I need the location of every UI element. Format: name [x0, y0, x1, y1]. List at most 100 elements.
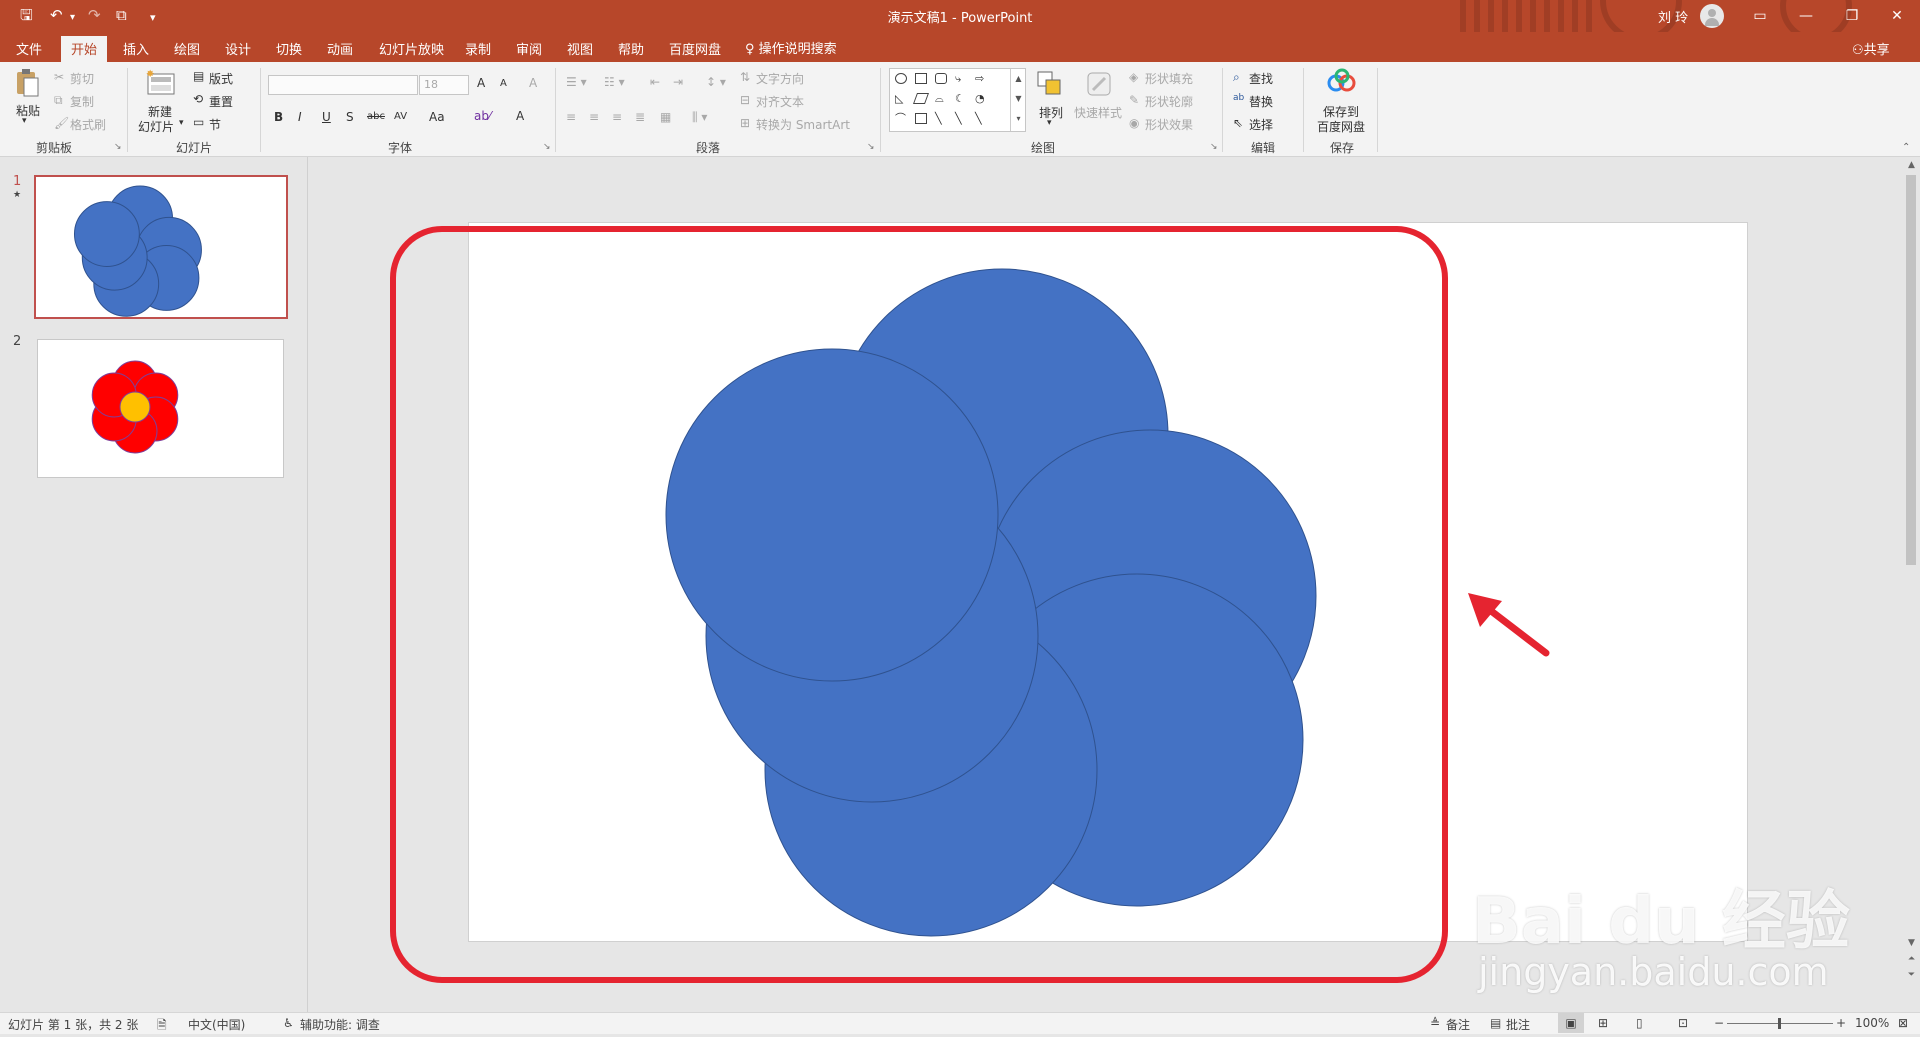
underline-button[interactable]: U	[322, 110, 331, 124]
format-painter-button[interactable]: 格式刷	[70, 116, 106, 133]
justify-icon[interactable]: ≣	[635, 110, 645, 124]
decrease-indent-icon[interactable]: ⇤	[650, 75, 660, 89]
align-right-icon[interactable]: ≡	[612, 110, 622, 124]
flower-center-circle[interactable]	[119, 391, 151, 423]
columns-icon[interactable]: ⫼ ▾	[692, 110, 707, 125]
scroll-thumb[interactable]	[1906, 175, 1916, 565]
arrow-shape-icon[interactable]: ⇨	[975, 73, 987, 84]
quick-styles-icon[interactable]	[1085, 70, 1113, 98]
rounded-rect-shape-icon[interactable]	[935, 73, 947, 84]
shapes-gallery[interactable]: ⤷ ⇨ ◺ ⌓ ☾ ◔ ⌒ ╲ ╲ ╲ ▲ ▼ ▾	[889, 68, 1026, 132]
line-spacing-icon[interactable]: ↕ ▾	[706, 75, 726, 89]
shape-fill-button[interactable]: 形状填充	[1145, 70, 1193, 87]
paragraph-launcher-icon[interactable]: ↘	[867, 142, 875, 152]
paste-dropdown-icon[interactable]: ▾	[22, 116, 27, 126]
collapse-ribbon-icon[interactable]: ⌃	[1902, 142, 1910, 153]
tab-record[interactable]: 录制	[465, 39, 491, 58]
baidu-netdisk-icon[interactable]	[1327, 68, 1357, 94]
shape-outline-button[interactable]: 形状轮廓	[1145, 93, 1193, 110]
tab-home[interactable]: 开始	[61, 36, 108, 62]
clipboard-launcher-icon[interactable]: ↘	[114, 142, 122, 152]
tab-transitions[interactable]: 切换	[276, 39, 302, 58]
grow-font-button[interactable]: A	[477, 76, 485, 90]
notes-button[interactable]: 备注	[1446, 1016, 1470, 1033]
accessibility-status[interactable]: 辅助功能: 调查	[300, 1016, 380, 1033]
bold-button[interactable]: B	[274, 110, 283, 124]
textbox-shape-icon[interactable]	[915, 113, 927, 124]
tab-insert[interactable]: 插入	[123, 39, 149, 58]
line-shape-icon[interactable]: ⤷	[955, 73, 967, 84]
close-button[interactable]: ✕	[1874, 0, 1920, 32]
curve-shape-icon[interactable]: ╲	[975, 113, 987, 124]
tab-slide-show[interactable]: 幻灯片放映	[379, 39, 444, 58]
gallery-scroll[interactable]: ▲ ▼ ▾	[1010, 69, 1026, 131]
paste-button[interactable]: 粘贴	[16, 102, 40, 119]
highlight-icon[interactable]: ab⁄	[474, 109, 491, 123]
diagonal-shape-icon[interactable]: ╲	[935, 113, 947, 124]
copy-button[interactable]: 复制	[70, 93, 94, 110]
fit-slide-icon[interactable]: ⊠	[1898, 1016, 1908, 1030]
vertical-scrollbar[interactable]: ▲ ▼ ⏶ ⏷	[1903, 157, 1920, 1012]
zoom-slider-knob[interactable]	[1778, 1018, 1781, 1029]
drawing-launcher-icon[interactable]: ↘	[1210, 142, 1218, 152]
tab-review[interactable]: 审阅	[516, 39, 542, 58]
select-button[interactable]: 选择	[1249, 116, 1273, 133]
new-slide-label-2[interactable]: 幻灯片	[138, 118, 174, 135]
spellcheck-icon[interactable]: 🗎	[157, 1016, 167, 1037]
layout-button[interactable]: 版式	[209, 70, 233, 87]
arc2-shape-icon[interactable]: ⌒	[895, 113, 907, 124]
quick-styles-button[interactable]: 快速样式	[1074, 104, 1122, 121]
tab-design[interactable]: 设计	[225, 39, 251, 58]
shrink-font-button[interactable]: A	[500, 78, 507, 89]
zoom-out-icon[interactable]: −	[1714, 1016, 1724, 1030]
zoom-in-icon[interactable]: +	[1836, 1016, 1846, 1030]
share-button[interactable]: ⚇共享	[1852, 39, 1890, 58]
triangle-shape-icon[interactable]: ◺	[895, 93, 907, 104]
restore-button[interactable]: ❐	[1829, 0, 1875, 32]
font-name-combo[interactable]	[268, 75, 418, 95]
text-direction-button[interactable]: 文字方向	[756, 70, 804, 87]
language-indicator[interactable]: 中文(中国)	[188, 1016, 245, 1033]
tab-draw[interactable]: 绘图	[174, 39, 200, 58]
italic-button[interactable]: I	[298, 110, 302, 124]
arrange-dropdown-icon[interactable]: ▾	[1047, 118, 1052, 128]
convert-smartart-button[interactable]: 转换为 SmartArt	[756, 116, 850, 133]
section-button[interactable]: 节	[209, 116, 221, 133]
tab-help[interactable]: 帮助	[618, 39, 644, 58]
new-slide-dropdown-icon[interactable]: ▾	[179, 118, 184, 128]
scroll-up-icon[interactable]: ▲	[1905, 159, 1918, 172]
new-slide-icon[interactable]: ✸	[146, 68, 176, 98]
replace-button[interactable]: 替换	[1249, 93, 1273, 110]
font-size-combo[interactable]: 18	[419, 75, 469, 95]
font-color-button[interactable]: A	[516, 109, 524, 123]
distributed-icon[interactable]: ▦	[660, 110, 671, 124]
tab-view[interactable]: 视图	[567, 39, 593, 58]
save-to-label-2[interactable]: 百度网盘	[1317, 118, 1365, 135]
slideshow-view-icon[interactable]: ⊡	[1678, 1016, 1688, 1030]
thumb-circle[interactable]	[73, 201, 140, 267]
character-spacing-button[interactable]: AV	[394, 111, 407, 122]
slide-thumbnail-2[interactable]	[37, 339, 284, 478]
flowchart-shape-icon[interactable]: ⌓	[935, 93, 947, 104]
avatar[interactable]	[1700, 4, 1724, 28]
strikethrough-button[interactable]: abc	[367, 111, 385, 122]
font-launcher-icon[interactable]: ↘	[543, 142, 551, 152]
user-name[interactable]: 刘 玲	[1658, 7, 1688, 26]
slide-sorter-icon[interactable]: ⊞	[1598, 1016, 1608, 1030]
clear-formatting-button[interactable]: A	[529, 76, 537, 90]
align-center-icon[interactable]: ≡	[589, 110, 599, 124]
zoom-level[interactable]: 100%	[1855, 1016, 1889, 1030]
rectangle-shape-icon[interactable]	[915, 73, 927, 84]
numbering-icon[interactable]: ☷ ▾	[604, 75, 625, 89]
slide-counter[interactable]: 幻灯片 第 1 张，共 2 张	[8, 1016, 138, 1033]
align-text-button[interactable]: 对齐文本	[756, 93, 804, 110]
comments-button[interactable]: 批注	[1506, 1016, 1530, 1033]
slide-thumbnail-1[interactable]	[34, 175, 288, 319]
parallelogram-shape-icon[interactable]	[912, 93, 930, 104]
oval-shape-icon[interactable]	[895, 73, 907, 84]
reading-view-icon[interactable]: ▯	[1636, 1016, 1643, 1030]
previous-slide-icon[interactable]: ⏶	[1905, 953, 1918, 966]
change-case-button[interactable]: Aa	[429, 110, 445, 124]
ribbon-display-options-button[interactable]: ▭	[1737, 0, 1783, 32]
moon-shape-icon[interactable]: ☾	[955, 93, 967, 104]
